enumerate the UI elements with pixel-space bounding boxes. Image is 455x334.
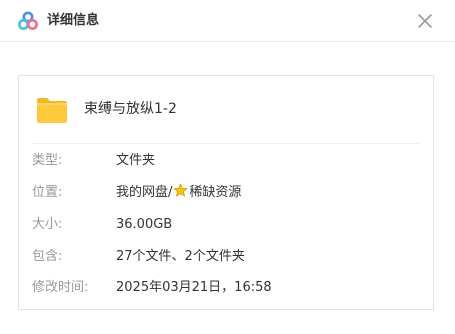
- file-name: 束缚与放纵1-2: [84, 101, 177, 117]
- size-value: 36.00GB: [116, 217, 173, 232]
- location-value[interactable]: 我的网盘/稀缺资源: [116, 183, 241, 203]
- type-value: 文件夹: [116, 153, 156, 168]
- detail-row-size: 大小: 36.00GB: [19, 215, 433, 235]
- location-label: 位置:: [32, 185, 63, 200]
- type-label: 类型:: [32, 153, 63, 168]
- file-header: 束缚与放纵1-2: [19, 76, 433, 144]
- dialog-title: 详细信息: [47, 13, 100, 28]
- close-icon[interactable]: [416, 12, 434, 30]
- cloud-drive-logo-icon: [18, 11, 38, 30]
- location-suffix: 稀缺资源: [189, 185, 242, 200]
- detail-row-modified: 修改时间: 2025年03月21日，16:58: [19, 278, 433, 298]
- detail-row-type: 类型: 文件夹: [19, 151, 433, 171]
- contains-value: 27个文件、2个文件夹: [116, 249, 245, 264]
- folder-icon: [37, 98, 67, 123]
- modified-value: 2025年03月21日，16:58: [116, 280, 272, 295]
- size-label: 大小:: [32, 217, 63, 232]
- modified-label: 修改时间:: [32, 280, 89, 295]
- dialog-header: 详细信息: [0, 0, 455, 42]
- detail-dialog: 详细信息 束缚与放纵1-2 类型: 文件夹 位置: 我的网盘/稀缺资源 大小: …: [0, 0, 455, 334]
- star-icon: [173, 183, 188, 197]
- detail-card: 束缚与放纵1-2 类型: 文件夹 位置: 我的网盘/稀缺资源 大小: 36.00…: [18, 75, 434, 310]
- detail-row-location: 位置: 我的网盘/稀缺资源: [19, 183, 433, 203]
- location-prefix: 我的网盘/: [116, 185, 173, 200]
- detail-row-contains: 包含: 27个文件、2个文件夹: [19, 247, 433, 267]
- divider: [33, 143, 419, 144]
- contains-label: 包含:: [32, 249, 63, 264]
